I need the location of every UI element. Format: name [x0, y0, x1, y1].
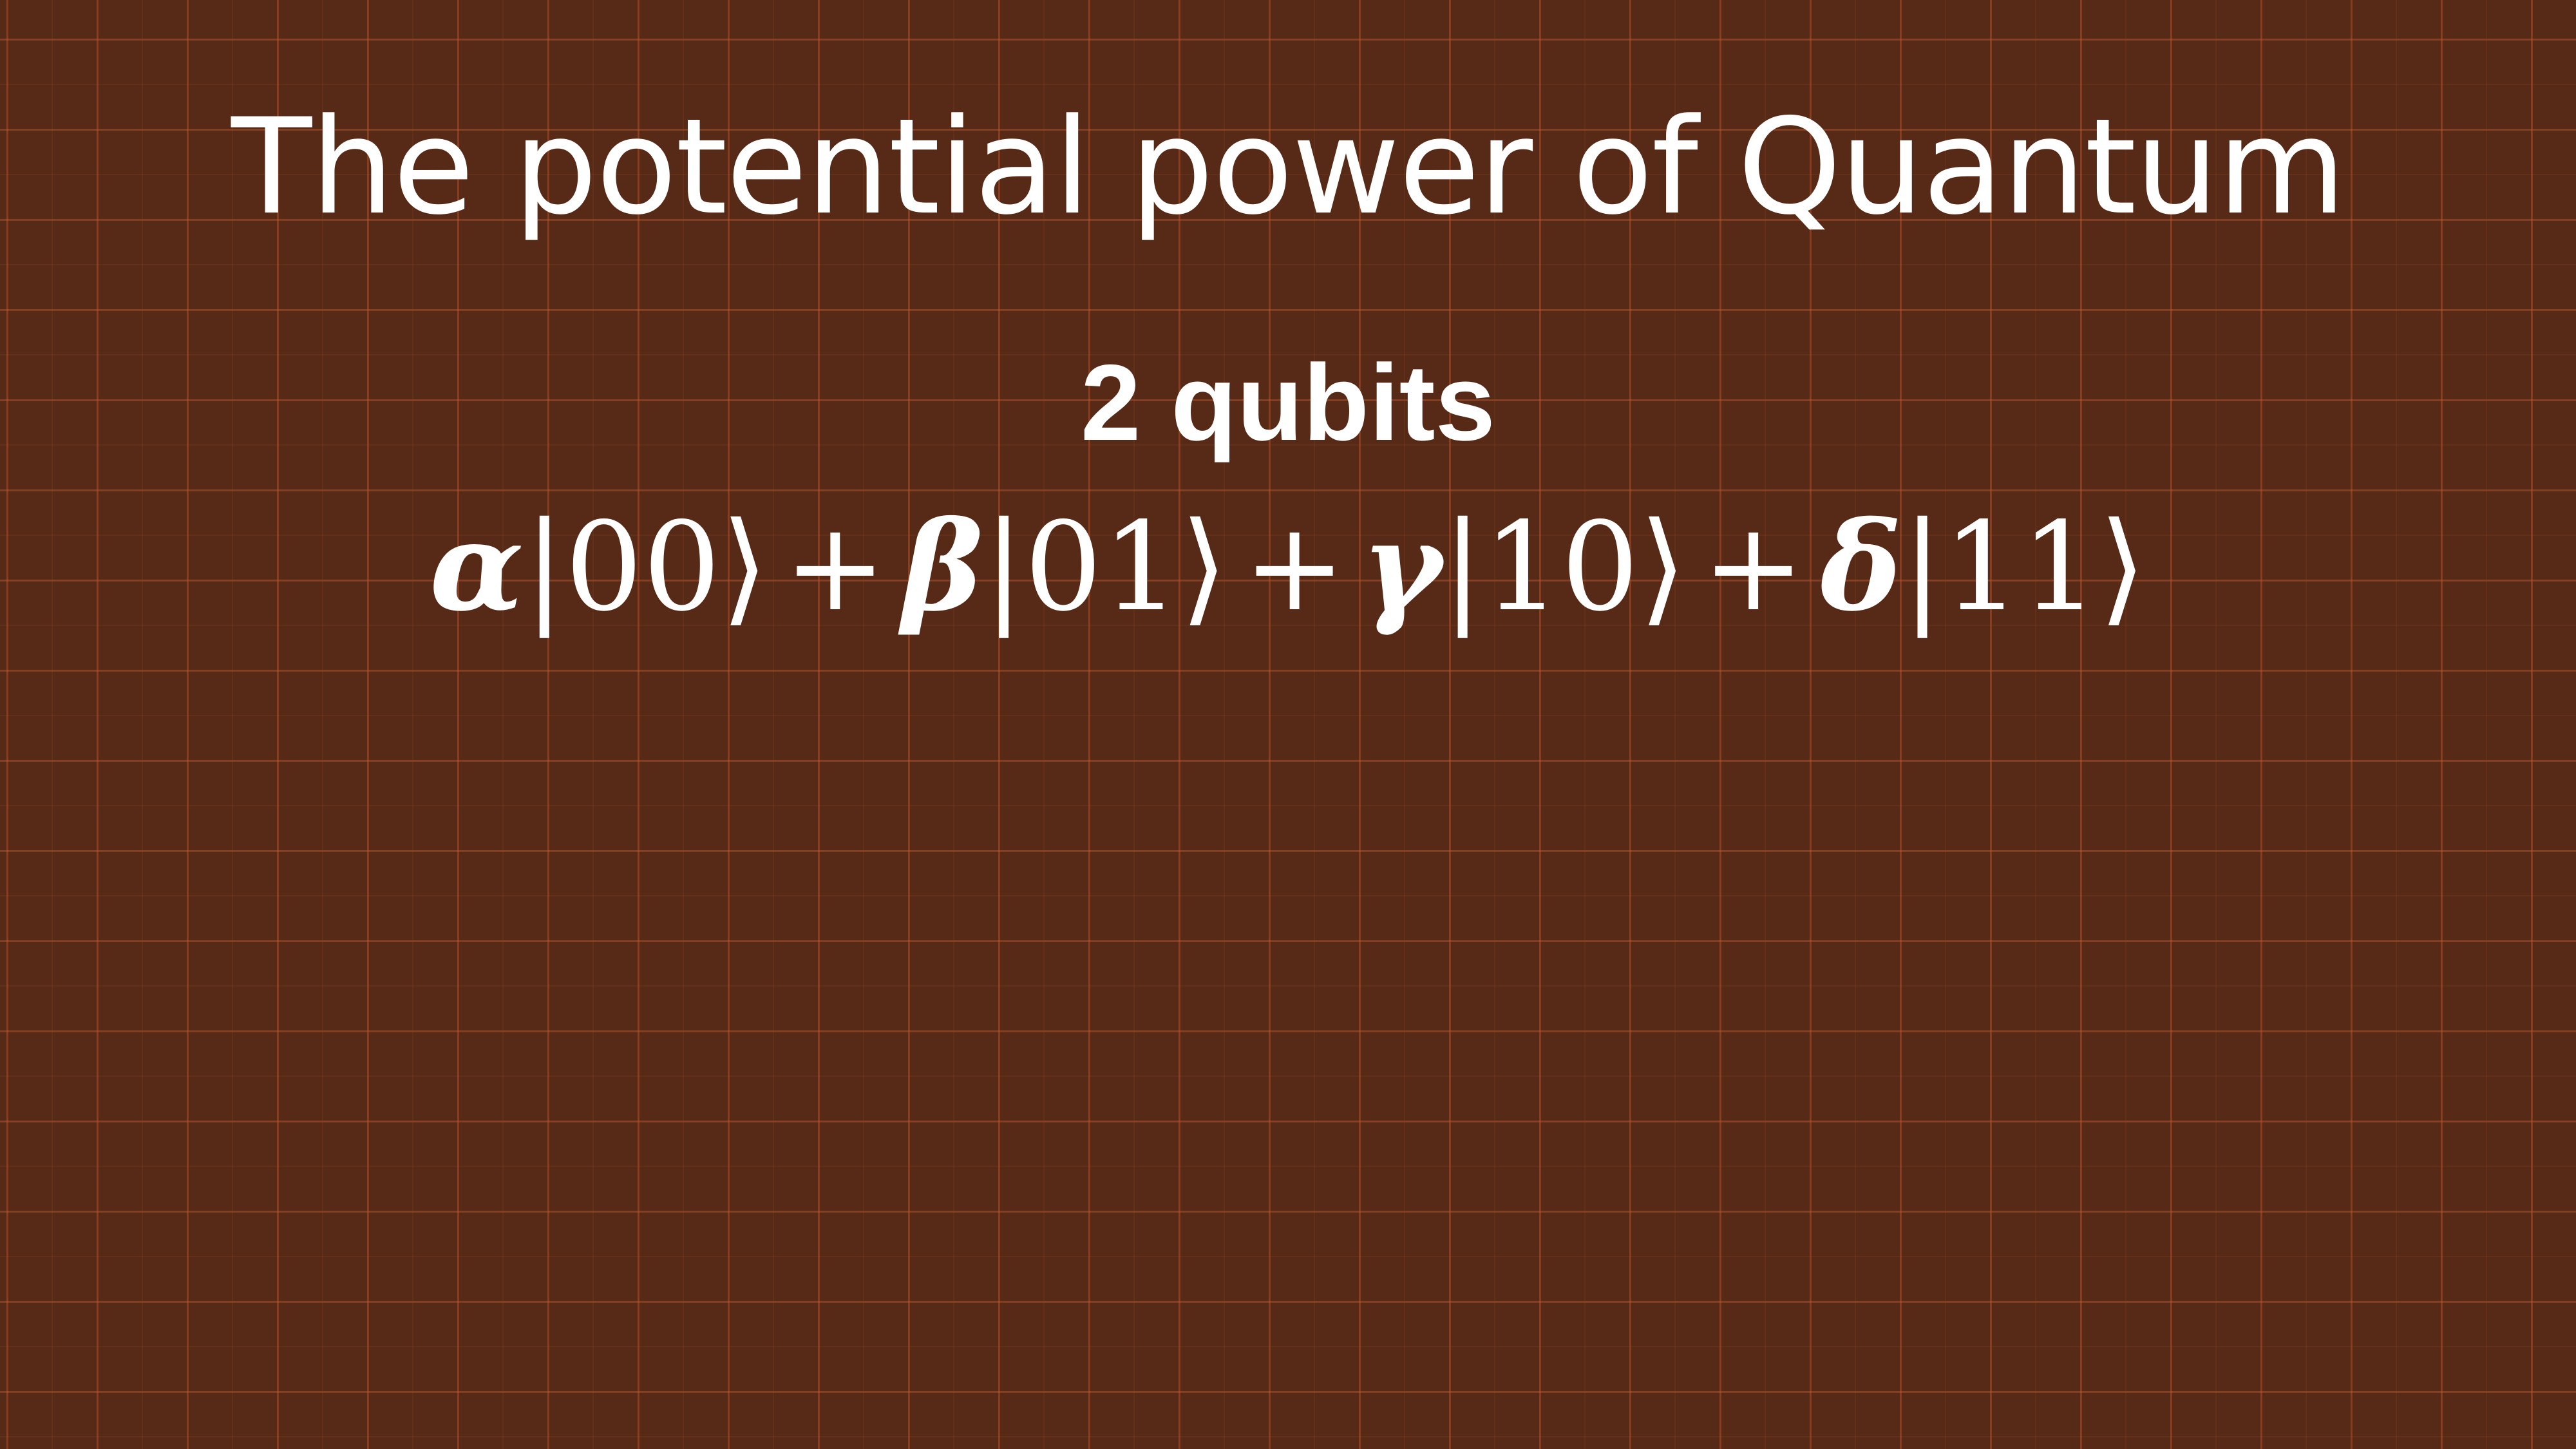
slide: The potential power of Quantum 2 qubits … — [0, 0, 2576, 1449]
ket-10: |10⟩ — [1442, 496, 1687, 638]
ket-00: |00⟩ — [524, 496, 769, 638]
ket-11: |11⟩ — [1902, 496, 2146, 638]
coefficient-delta: δ — [1820, 495, 1902, 638]
state-equation: α|00⟩ + β|01⟩ + γ|10⟩ + δ|11⟩ — [0, 489, 2576, 645]
plus-operator: + — [1702, 496, 1805, 638]
coefficient-beta: β — [902, 495, 983, 638]
ket-01: |01⟩ — [983, 496, 1228, 638]
coefficient-gamma: γ — [1361, 495, 1443, 638]
plus-operator: + — [784, 496, 887, 638]
coefficient-alpha: α — [430, 495, 524, 638]
plus-operator: + — [1243, 496, 1346, 638]
slide-subtitle: 2 qubits — [1080, 342, 1496, 463]
slide-title: The potential power of Quantum — [231, 91, 2346, 244]
